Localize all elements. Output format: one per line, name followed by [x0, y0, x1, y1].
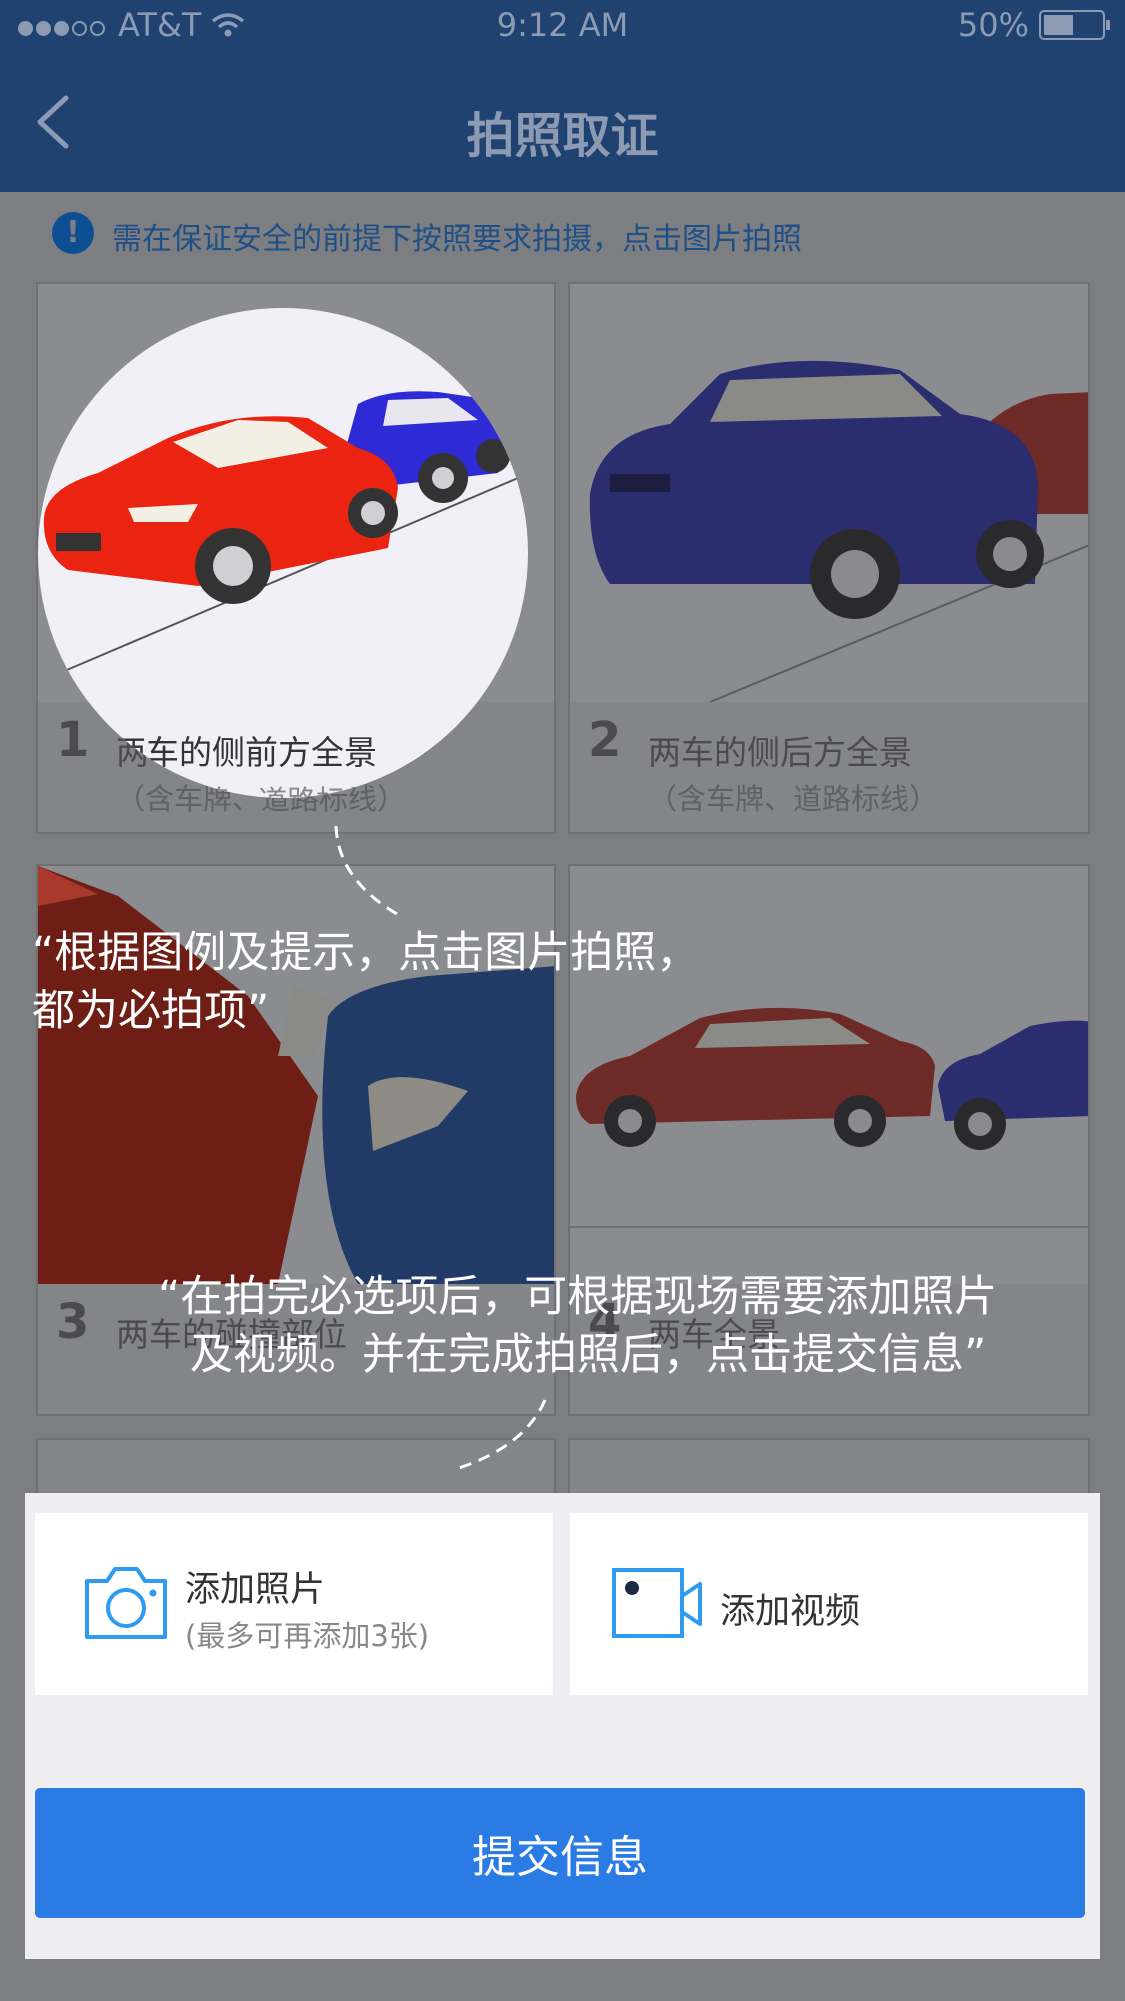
battery-group: 50% [957, 6, 1110, 44]
page-title: 拍照取证 [466, 108, 659, 164]
add-photo-label: 添加照片 [185, 1570, 326, 1610]
rear-side-car-illustration [589, 360, 1088, 702]
photo-card-rear-side[interactable]: 2 两车的侧后方全景 （含车牌、道路标线） [568, 282, 1090, 834]
card-number: 2 [588, 712, 622, 768]
status-bar: AT&T 9:12 AM 50% [0, 0, 1125, 50]
front-side-car-illustration [43, 391, 519, 679]
card-label: 两车的侧前方全景 [113, 733, 377, 772]
callout-connector [334, 825, 405, 920]
video-camera-icon [612, 1568, 702, 1638]
nav-bar: 拍照取证 [0, 50, 1125, 192]
card-sublabel: （含车牌、道路标线） [113, 778, 403, 798]
camera-icon [85, 1567, 167, 1639]
status-time: 9:12 AM [496, 6, 629, 44]
exclamation-icon: ! [52, 212, 94, 254]
battery-icon [1039, 10, 1110, 40]
callout-text-2-line-1: “在拍完必选项后，可根据现场需要添加照片 [158, 1272, 998, 1322]
add-video-button[interactable]: 添加视频 [570, 1513, 1088, 1695]
battery-percent: 50% [957, 6, 1029, 44]
callout-text-1: “根据图例及提示，点击图片拍照，都为必拍项” [32, 928, 700, 1036]
card-number: 3 [56, 1294, 90, 1350]
submit-info-button[interactable]: 提交信息 [35, 1788, 1085, 1918]
card-sublabel: （含车牌、道路标线） [648, 782, 939, 816]
card-illustration [570, 284, 1088, 702]
bottom-action-sheet: 添加照片 (最多可再添加3张) 添加视频 提交信息 [25, 1493, 1100, 1959]
tutorial-spotlight: 1 两车的侧前方全景 （含车牌、道路标线） [38, 308, 528, 798]
add-photo-limit: (最多可再添加3张) [185, 1619, 430, 1653]
tip-banner: ! 需在保证安全的前提下按照要求拍摄，点击图片拍照 [0, 192, 1125, 282]
add-video-label: 添加视频 [720, 1592, 861, 1632]
callout-connector [458, 1399, 547, 1470]
card-label: 两车的侧后方全景 [648, 733, 912, 772]
card-number: 1 [58, 713, 92, 769]
callout-text-2-line-2: 及视频。并在完成拍照后，点击提交信息” [190, 1330, 987, 1380]
photo-card-partial [568, 1438, 1090, 1498]
tip-text: 需在保证安全的前提下按照要求拍摄，点击图片拍照 [112, 222, 802, 257]
add-photo-button[interactable]: 添加照片 (最多可再添加3张) [35, 1513, 553, 1695]
